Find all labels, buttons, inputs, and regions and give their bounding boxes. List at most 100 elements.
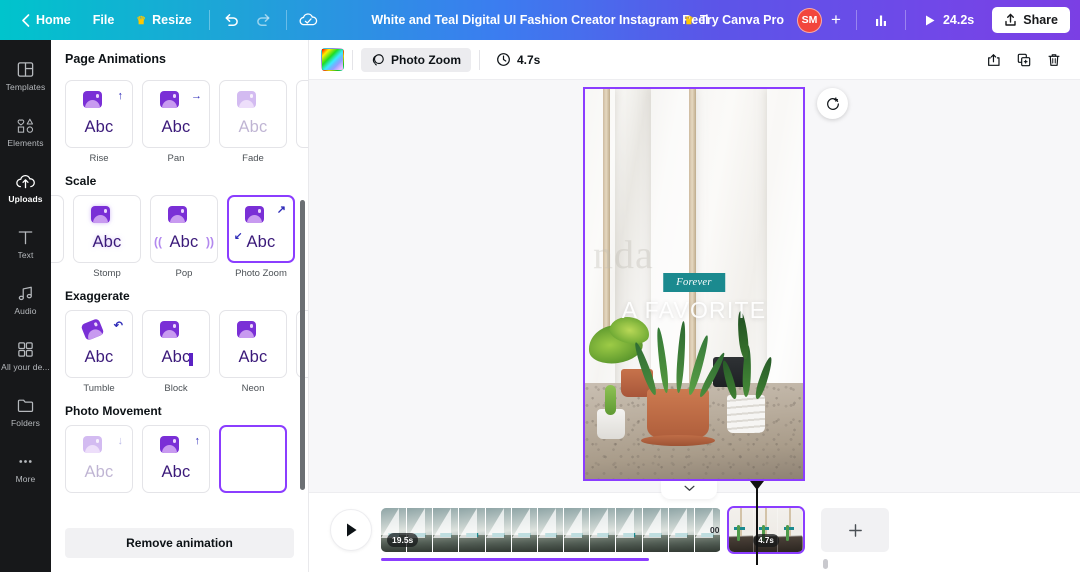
file-menu-button[interactable]: File: [82, 7, 126, 33]
sidebar-item-elements[interactable]: Elements: [0, 104, 51, 160]
cloud-upload-icon: [15, 172, 36, 191]
grid-icon: [16, 340, 35, 359]
animation-button[interactable]: Photo Zoom: [361, 48, 471, 72]
animation-card-photo-move-selected[interactable]: [219, 425, 287, 493]
abc-text: Abc: [227, 348, 279, 367]
canvas-area[interactable]: nda: [309, 80, 1080, 492]
sidebar-item-templates[interactable]: Templates: [0, 48, 51, 104]
abc-text: Abc: [150, 348, 202, 367]
playhead-handle[interactable]: [750, 481, 764, 490]
timeline-progress-bar[interactable]: [381, 558, 649, 561]
timeline-play-button[interactable]: [330, 509, 372, 551]
animation-thumb[interactable]: (( )) Abc: [150, 195, 218, 263]
color-picker-swatch[interactable]: [321, 48, 344, 71]
page-animations-panel: Page Animations ↑ Abc R: [51, 40, 309, 572]
animation-card-photo-zoom[interactable]: ↗ ↙ Abc Photo Zoom: [227, 195, 295, 279]
animation-thumb[interactable]: Abc: [51, 195, 64, 263]
toolbar-divider-4: [905, 10, 906, 30]
animation-card-block[interactable]: Abc Block: [142, 310, 210, 394]
animation-card-tumble[interactable]: ↶ Abc Tumble: [65, 310, 133, 394]
sidebar-item-folders[interactable]: Folders: [0, 384, 51, 440]
undo-button[interactable]: [216, 5, 248, 35]
animation-thumb-selected[interactable]: ↗ ↙ Abc: [227, 195, 295, 263]
text-a-favorite[interactable]: A FAVORITE: [585, 297, 803, 324]
arrow-rotate-icon: ↶: [114, 319, 123, 332]
abc-text: Abc: [150, 118, 202, 137]
animation-card-rise[interactable]: ↑ Abc Rise: [65, 80, 133, 164]
animation-thumb[interactable]: Abc: [73, 195, 141, 263]
try-canva-pro-button[interactable]: ♛ Try Canva Pro: [673, 7, 795, 33]
animation-label: Pan: [142, 153, 210, 164]
arrow-up-right-icon: ↗: [277, 203, 286, 216]
animation-thumb[interactable]: → Abc: [142, 80, 210, 148]
animation-card-pop[interactable]: (( )) Abc Pop: [150, 195, 218, 279]
cloud-saved-button[interactable]: [293, 5, 325, 35]
home-button[interactable]: Home: [10, 7, 82, 33]
animation-card-partial[interactable]: [296, 80, 308, 164]
animation-preview: Abc: [150, 321, 202, 367]
page-timing-button[interactable]: 4.7s: [488, 47, 548, 72]
image-icon: [237, 91, 256, 108]
toolbar2-divider-2: [479, 50, 480, 70]
sidebar-item-audio[interactable]: Audio: [0, 272, 51, 328]
animation-thumb[interactable]: Abc: [142, 310, 210, 378]
abc-text: Abc: [227, 118, 279, 137]
timeline-clip[interactable]: 19.5s: [381, 508, 721, 552]
add-collaborator-button[interactable]: +: [824, 8, 848, 32]
remove-animation-button[interactable]: Remove animation: [65, 528, 294, 558]
avatar[interactable]: SM: [797, 8, 822, 33]
animation-group-exaggerate: ↶ Abc Tumble Abc: [51, 310, 308, 394]
text-forever[interactable]: Forever: [663, 273, 725, 292]
clip-frame: [669, 508, 695, 552]
redo-button[interactable]: [248, 5, 280, 35]
share-page-button[interactable]: [980, 46, 1008, 74]
bar-chart-icon: [873, 13, 889, 28]
animation-group-basic: ↑ Abc Rise → Abc: [51, 80, 308, 164]
panel-scrollbar[interactable]: [300, 200, 305, 490]
abc-text: Abc: [73, 118, 125, 137]
animation-card-pan[interactable]: → Abc Pan: [142, 80, 210, 164]
animate-page-button[interactable]: [817, 88, 848, 119]
animation-card-photo-move-down[interactable]: ↓ Abc: [65, 425, 133, 493]
image-icon: [160, 321, 179, 338]
animation-thumb[interactable]: Abc: [219, 80, 287, 148]
animation-preview: → Abc: [150, 91, 202, 137]
animation-thumb[interactable]: ↓ Abc: [65, 425, 133, 493]
animation-preview: Abc: [81, 206, 133, 252]
animation-card-fade[interactable]: Abc Fade: [219, 80, 287, 164]
duplicate-page-button[interactable]: [1010, 46, 1038, 74]
sidebar-item-all-your-designs[interactable]: All your de...: [0, 328, 51, 384]
animation-thumb[interactable]: ↶ Abc: [65, 310, 133, 378]
preview-play-button[interactable]: 24.2s: [914, 7, 984, 33]
animation-thumb[interactable]: Abc: [219, 310, 287, 378]
add-page-button[interactable]: [821, 508, 889, 552]
delete-page-button[interactable]: [1040, 46, 1068, 74]
sidebar-item-uploads[interactable]: Uploads: [0, 160, 51, 216]
abc-text: Abc: [150, 463, 202, 482]
animation-thumb[interactable]: [296, 80, 308, 148]
upload-icon: [1004, 13, 1017, 27]
animation-thumb[interactable]: ↑ Abc: [142, 425, 210, 493]
curtain-rod-mid: [689, 89, 696, 393]
block-cursor: [189, 353, 193, 366]
animation-card-neon[interactable]: Abc Neon: [219, 310, 287, 394]
timeline-page-thumbnail-selected[interactable]: 4.7s: [727, 506, 805, 554]
sidebar-item-text[interactable]: Text: [0, 216, 51, 272]
panel-scroll-region[interactable]: ↑ Abc Rise → Abc: [51, 78, 308, 519]
animation-card-stomp[interactable]: Abc Stomp: [73, 195, 141, 279]
page-timing-label: 4.7s: [517, 53, 540, 67]
animation-thumb[interactable]: ↑ Abc: [65, 80, 133, 148]
resize-button[interactable]: ♛ Resize: [125, 7, 202, 33]
animation-card-photo-move-up[interactable]: ↑ Abc: [142, 425, 210, 493]
animation-thumb-selected[interactable]: [219, 425, 287, 493]
abc-text: Abc: [235, 233, 287, 252]
share-button[interactable]: Share: [992, 7, 1070, 33]
clip-frame: [538, 508, 564, 552]
animation-card-scale-overflow[interactable]: Abc: [51, 195, 64, 279]
sidebar-item-more[interactable]: More: [0, 440, 51, 496]
section-heading-photo-movement: Photo Movement: [51, 394, 308, 425]
timeline-collapse-button[interactable]: [661, 481, 717, 499]
design-page[interactable]: nda: [583, 87, 805, 481]
insights-button[interactable]: [865, 5, 897, 35]
timeline-scrollbar[interactable]: [823, 559, 828, 569]
